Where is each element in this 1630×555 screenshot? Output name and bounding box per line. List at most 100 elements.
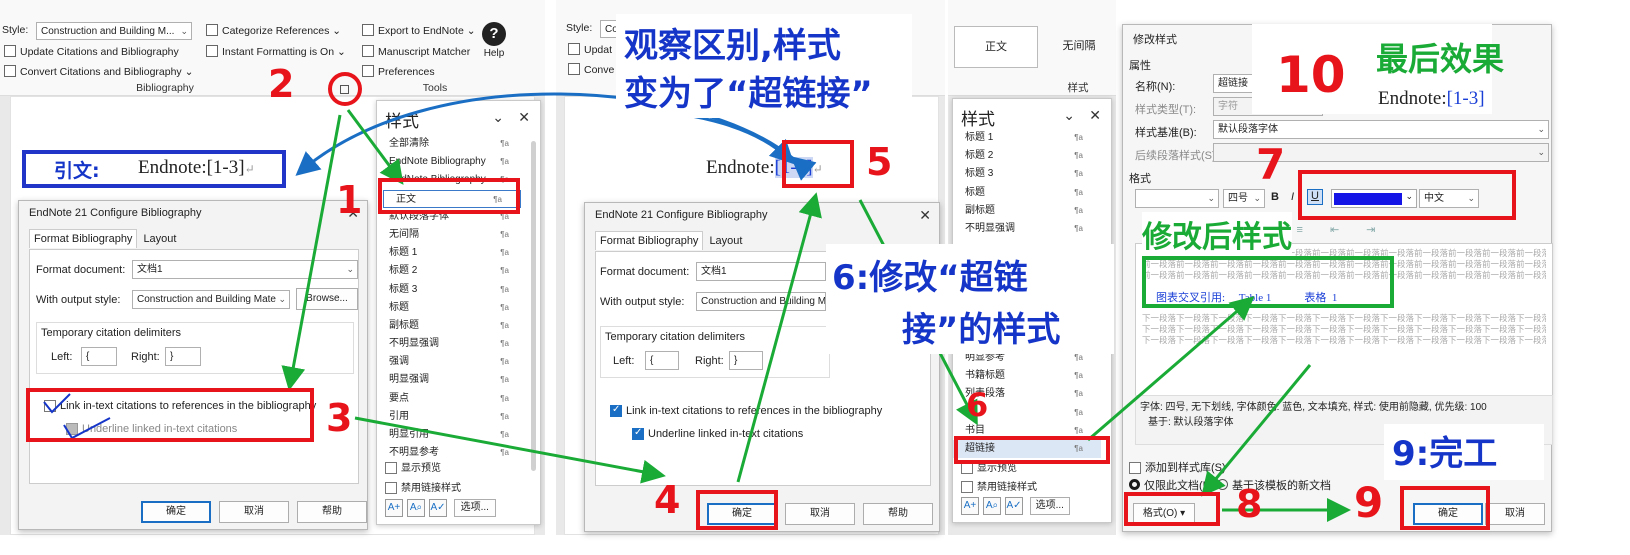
left-delimiter-input[interactable]: { [645,351,679,370]
update-citations-button[interactable]: Updat [568,43,612,56]
step-9-number: 9 [1354,478,1384,527]
help-button[interactable]: 帮助 [863,503,933,525]
categorize-references-button[interactable]: Categorize References ⌄ [206,24,341,37]
close-icon[interactable]: ✕ [919,207,931,224]
format-document-select[interactable]: 文档1 [696,262,826,281]
style-list-item[interactable]: 无间隔 ¶a [377,226,527,244]
help-button[interactable]: 帮助 [297,501,367,523]
instant-formatting-button[interactable]: Instant Formatting is On ⌄ [206,45,346,58]
style-list-item[interactable]: 引用 ¶a [377,408,527,426]
cancel-button[interactable]: 取消 [219,501,289,523]
right-delimiter-input[interactable]: } [729,351,763,370]
style-list-item[interactable]: 明显强调 ¶a [377,371,527,389]
style-list-item[interactable]: 强调 ¶a [377,353,527,371]
right-delimiter-input[interactable]: } [165,347,201,366]
tab-format-bibliography[interactable]: Format Bibliography [595,231,704,250]
style-list-item[interactable]: EndNote Bibliography ¶a [377,153,527,171]
link-citations-checkbox[interactable]: Link in-text citations to references in … [610,404,882,418]
left-label: Left: [613,355,635,367]
citation-highlight-box [22,150,286,188]
font-select[interactable]: ⌄ [1135,189,1219,208]
checkbox[interactable] [961,481,973,494]
preferences-button[interactable]: Preferences [362,65,435,78]
style-list-item[interactable]: 要点 ¶a [377,390,527,408]
style-list-item[interactable]: 不明显强调 ¶a [953,220,1101,238]
delimiters-title: Temporary citation delimiters [41,327,181,339]
radio-unselected-icon[interactable] [1217,479,1228,490]
checkbox[interactable] [632,427,644,441]
dialog-launcher-circle [328,72,362,106]
style-list-item[interactable]: 标题 ¶a [377,299,527,317]
style-type-icon: ¶a [500,411,509,421]
style-inspector-icon[interactable]: A⌕ [983,497,1001,515]
style-list-item-label: 不明显参考 [389,447,439,459]
manage-styles-icon[interactable]: A✓ [1005,497,1023,515]
disable-linked-styles-checkbox[interactable]: 禁用链接样式 [385,479,461,495]
close-icon[interactable]: ✕ [518,109,530,126]
convert-citations-button[interactable]: Convert Citations and Bibliography ⌄ [4,65,193,78]
tab-layout[interactable]: Layout [705,232,746,250]
checkbox[interactable] [385,462,397,475]
options-button[interactable]: 选项... [1029,497,1070,515]
style-list-item[interactable]: 标题 1 ¶a [953,129,1101,147]
style-list-item[interactable]: 不明显强调 ¶a [377,335,527,353]
disable-linked-styles-checkbox[interactable]: 禁用链接样式 [961,478,1037,494]
convert-citations-button[interactable]: Conve [568,63,614,76]
style-list-item[interactable]: 标题 3 ¶a [377,281,527,299]
chevron-down-icon[interactable]: ⌄ [1063,107,1075,124]
cancel-button[interactable]: 取消 [785,503,855,525]
manage-styles-icon[interactable]: A✓ [429,499,447,517]
checkbox[interactable] [1129,462,1141,475]
new-style-icon[interactable]: A+ [385,499,403,517]
scrollbar[interactable] [531,141,536,471]
font-size-select[interactable]: 四号 ⌄ [1223,189,1265,208]
options-button[interactable]: 选项... [453,499,496,517]
style-list-item[interactable]: 标题 3 ¶a [953,165,1101,183]
new-documents-radio[interactable]: 基于该模板的新文档 [1217,477,1331,493]
cancel-button[interactable]: 取消 [1485,503,1545,525]
update-citations-button[interactable]: Update Citations and Bibliography [4,45,179,58]
bold-icon[interactable]: B [1271,191,1279,203]
based-on-select[interactable]: 默认段落字体 ⌄ [1213,120,1549,139]
manuscript-matcher-button[interactable]: Manuscript Matcher [362,45,470,58]
style-list-item[interactable]: 标题 1 ¶a [377,244,527,262]
gallery-item-normal[interactable]: 正文 [954,26,1038,68]
style-list-item[interactable]: 副标题 ¶a [377,317,527,335]
output-style-dialog-select[interactable]: Construction and Building M [696,292,826,311]
ok-button[interactable]: 确定 [141,501,211,523]
style-list-item[interactable]: 标题 ¶a [953,184,1101,202]
italic-icon[interactable]: I [1291,191,1294,203]
style-list-item[interactable]: 明显引用 ¶a [377,426,527,444]
new-style-icon[interactable]: A+ [961,497,979,515]
checkbox[interactable] [961,462,973,475]
help-button[interactable]: ? Help [480,22,508,59]
tab-format-bibliography[interactable]: Format Bibliography [29,229,138,248]
browse-button[interactable]: Browse... [296,288,358,310]
final-hyperlink-citation[interactable]: [1-3] [1447,88,1485,109]
checkbox[interactable] [610,404,622,418]
style-list-item[interactable]: 标题 2 ¶a [377,262,527,280]
show-preview-checkbox[interactable]: 显示预览 [385,459,441,475]
export-to-endnote-button[interactable]: Export to EndNote ⌄ [362,24,476,37]
output-style-dialog-select[interactable]: Construction and Building Mate ⌄ [132,290,290,309]
style-list-item[interactable]: 全部清除 ¶a [377,135,527,153]
gallery-item-no-spacing[interactable]: 无间隔 [1044,26,1114,68]
style-inspector-icon[interactable]: A⌕ [407,499,425,517]
add-to-gallery-checkbox[interactable]: 添加到样式库(S) [1129,459,1226,475]
delimiters-group: Temporary citation delimiters Left: { Ri… [600,326,830,378]
style-list-item[interactable]: 标题 2 ¶a [953,147,1101,165]
close-icon[interactable]: ✕ [1089,107,1101,124]
style-list-item[interactable]: 副标题 ¶a [953,202,1101,220]
left-delimiter-input[interactable]: { [81,347,117,366]
chevron-down-icon[interactable]: ⌄ [492,109,504,126]
radio-selected-icon[interactable] [1129,479,1140,490]
style-list-item[interactable]: 书籍标题 ¶a [953,367,1101,385]
only-this-document-radio[interactable]: 仅限此文档(D) [1129,477,1214,493]
output-style-select[interactable]: Construction and Building M... ⌄ [36,22,192,40]
step-4-number: 4 [654,478,681,522]
checkbox[interactable] [385,482,397,495]
after-style-caption: 修改后样式 [1142,212,1292,256]
underline-citations-checkbox[interactable]: Underline linked in-text citations [632,427,803,441]
tab-layout[interactable]: Layout [139,230,180,248]
format-document-select[interactable]: 文档1 ⌄ [132,260,358,279]
